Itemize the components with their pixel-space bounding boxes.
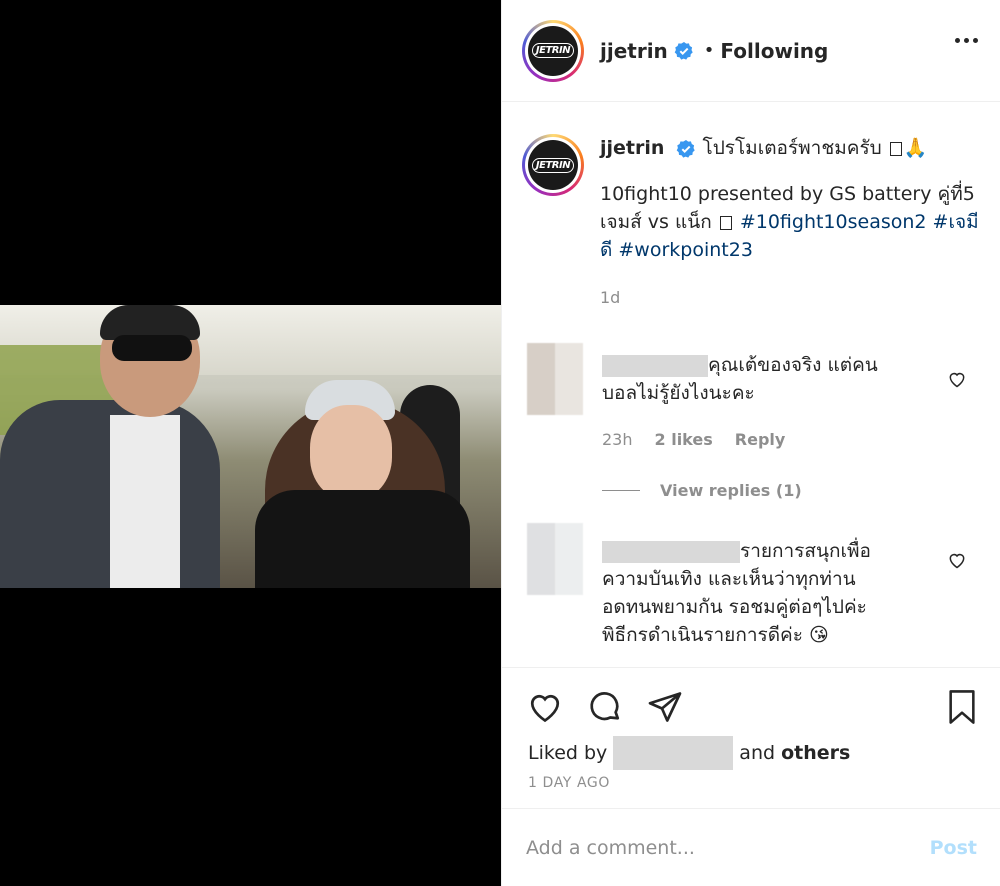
post-photo — [0, 305, 501, 588]
caption-username[interactable]: jjetrin — [600, 137, 664, 159]
caption-line1: โปรโมเตอร์พาชมครับ — [702, 137, 882, 159]
liked-by-and: and — [739, 742, 776, 764]
heart-icon[interactable] — [947, 550, 967, 570]
comment-item: รายการสนุกเพื่อความบันเทิง และเห็นว่าทุก… — [527, 523, 987, 663]
bookmark-icon[interactable] — [943, 688, 981, 726]
more-icon[interactable] — [955, 38, 978, 43]
avatar-logo-text: JETRIN — [531, 43, 575, 58]
kiss-emoji: 😘 — [809, 624, 829, 646]
share-icon[interactable] — [646, 688, 684, 726]
header-username[interactable]: jjetrin — [600, 39, 668, 63]
following-button[interactable]: Following — [720, 39, 828, 63]
heart-icon[interactable] — [526, 688, 564, 726]
post-header: JETRIN jjetrin • Following — [502, 0, 1000, 102]
comment-username[interactable] — [602, 540, 740, 563]
post-actions: Liked by and others 1 DAY AGO — [502, 667, 1000, 807]
liked-by-username[interactable] — [613, 736, 734, 770]
comment-text-block: คุณเต้ของจริง แต่คนบอลไม่รู้ยังไงนะคะ — [602, 351, 902, 407]
caption-body: jjetrin โปรโมเตอร์พาชมครับ 🙏 10fight10 p… — [600, 134, 980, 312]
heart-icon[interactable] — [947, 369, 967, 389]
caption-avatar[interactable]: JETRIN — [522, 134, 584, 196]
header-separator: • — [703, 40, 715, 61]
post-panel: JETRIN jjetrin • Following JETRIN jjetri… — [501, 0, 1000, 886]
liked-by-others[interactable]: others — [781, 742, 850, 764]
view-replies-label: View replies (1) — [660, 481, 802, 500]
comment-avatar[interactable] — [527, 523, 583, 595]
comment-icon[interactable] — [586, 688, 624, 726]
liked-by: Liked by and others — [528, 736, 850, 770]
post-media[interactable] — [0, 0, 501, 886]
hashtag-link[interactable]: #10fight10season2 — [740, 211, 927, 233]
post-date[interactable]: 1 DAY AGO — [528, 775, 610, 791]
verified-icon — [674, 41, 694, 61]
missing-glyph-icon — [889, 141, 902, 156]
missing-glyph-icon — [719, 215, 732, 230]
comment-avatar[interactable] — [527, 343, 583, 415]
comment-time[interactable]: 23h — [602, 430, 633, 449]
comment-text-block: รายการสนุกเพื่อความบันเทิง และเห็นว่าทุก… — [602, 537, 902, 649]
hashtag-link[interactable]: #workpoint23 — [618, 239, 753, 261]
comment-likes[interactable]: 2 likes — [655, 430, 713, 449]
caption-avatar-logo-text: JETRIN — [531, 157, 575, 173]
add-comment-bar: Post — [502, 808, 1000, 886]
comment-input[interactable] — [526, 836, 930, 859]
post-caption: JETRIN jjetrin โปรโมเตอร์พาชมครับ 🙏 10fi… — [502, 134, 1000, 312]
post-button[interactable]: Post — [930, 837, 977, 859]
caption-time[interactable]: 1d — [600, 284, 980, 312]
view-replies-button[interactable]: View replies (1) — [602, 481, 802, 500]
comment-item: คุณเต้ของจริง แต่คนบอลไม่รู้ยังไงนะคะ 23… — [527, 343, 987, 503]
comment-meta: 23h 2 likes Reply — [602, 430, 785, 449]
verified-icon — [676, 139, 696, 159]
pray-emoji: 🙏 — [903, 137, 928, 159]
avatar[interactable]: JETRIN — [522, 19, 584, 82]
reply-button[interactable]: Reply — [735, 430, 786, 449]
comment-username[interactable] — [602, 354, 708, 377]
liked-by-prefix: Liked by — [528, 742, 608, 764]
